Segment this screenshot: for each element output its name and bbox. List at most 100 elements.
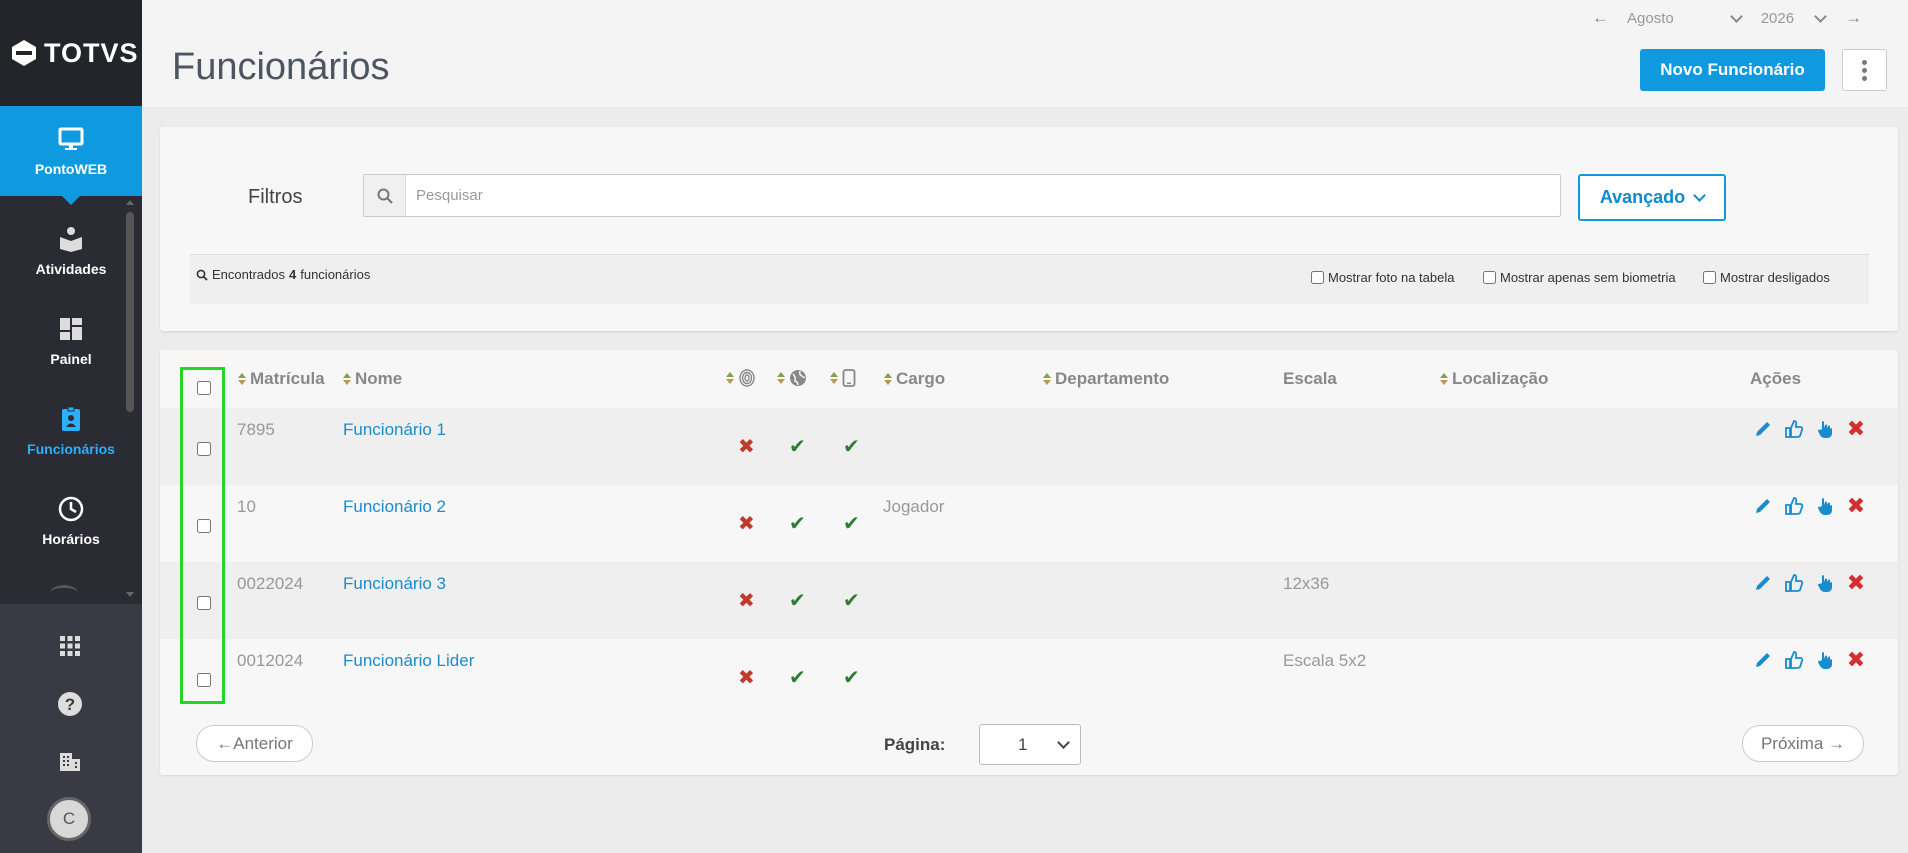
hand-pointer-icon[interactable]: [1814, 649, 1836, 671]
no-biometry-option[interactable]: Mostrar apenas sem biometria: [1483, 270, 1676, 285]
totvs-logo[interactable]: TOTVS: [0, 0, 142, 106]
column-header-escala: Escala: [1283, 369, 1337, 389]
mobile-yes-icon: ✔: [843, 436, 860, 458]
column-header-label: Matrícula: [250, 369, 325, 388]
globe-icon: [790, 370, 806, 386]
column-header-web[interactable]: [777, 369, 807, 387]
show-photo-option[interactable]: Mostrar foto na tabela: [1311, 270, 1454, 285]
show-dismissed-option[interactable]: Mostrar desligados: [1703, 270, 1830, 285]
column-header-localizacao[interactable]: Localização: [1440, 369, 1548, 389]
cell-nome-link[interactable]: Funcionário 3: [343, 574, 446, 594]
thumbs-up-icon[interactable]: [1783, 418, 1805, 440]
row-checkbox[interactable]: [197, 519, 211, 533]
sidebar-item-horarios[interactable]: Horários: [0, 476, 142, 566]
mobile-yes-icon: ✔: [843, 590, 860, 612]
clock-icon: [58, 496, 84, 522]
cell-nome-link[interactable]: Funcionário 1: [343, 420, 446, 440]
scroll-up-arrow[interactable]: [126, 200, 134, 205]
edit-pencil-icon[interactable]: [1752, 572, 1774, 594]
chevron-down-icon: [1729, 9, 1743, 23]
no-biometry-checkbox[interactable]: [1483, 271, 1496, 284]
sort-icon: [830, 372, 838, 384]
cell-matricula: 0022024: [237, 574, 304, 593]
delete-x-icon[interactable]: ✖: [1845, 493, 1867, 518]
hand-pointer-icon[interactable]: [1814, 418, 1836, 440]
hand-pointer-icon[interactable]: [1814, 495, 1836, 517]
web-yes-icon: ✔: [789, 513, 806, 535]
thumbs-up-icon[interactable]: [1783, 495, 1805, 517]
avatar[interactable]: C: [47, 797, 91, 841]
found-count: 4: [289, 267, 297, 282]
delete-x-icon[interactable]: ✖: [1845, 416, 1867, 441]
show-dismissed-checkbox[interactable]: [1703, 271, 1716, 284]
edit-pencil-icon[interactable]: [1752, 418, 1774, 440]
apps-grid-icon[interactable]: [54, 630, 86, 662]
column-header-acoes: Ações: [1750, 369, 1801, 389]
sort-icon: [726, 372, 734, 384]
row-checkbox[interactable]: [197, 442, 211, 456]
row-checkbox[interactable]: [197, 673, 211, 687]
cell-nome-link[interactable]: Funcionário Lider: [343, 651, 474, 671]
scroll-down-arrow[interactable]: [126, 592, 134, 597]
cell-escala: 12x36: [1283, 574, 1330, 593]
year-select[interactable]: 2026: [1760, 9, 1827, 27]
totvs-logo-icon: [12, 40, 36, 66]
more-options-button[interactable]: [1842, 49, 1887, 91]
found-suffix: funcionários: [300, 267, 371, 282]
table-row[interactable]: 0022024 Funcionário 3 ✖ ✔ ✔ 12x36 ✖: [160, 562, 1898, 639]
next-month-arrow-icon[interactable]: →: [1845, 8, 1862, 28]
sort-icon: [884, 373, 892, 385]
table-row[interactable]: 7895 Funcionário 1 ✖ ✔ ✔ ✖: [160, 408, 1898, 485]
search-input[interactable]: [406, 187, 1506, 204]
previous-page-button[interactable]: ←Anterior: [196, 725, 313, 762]
column-header-label: Ações: [1750, 369, 1802, 388]
prev-month-arrow-icon[interactable]: ←: [1592, 8, 1609, 28]
month-select[interactable]: Agosto: [1627, 9, 1743, 27]
delete-x-icon[interactable]: ✖: [1845, 647, 1867, 672]
sidebar-item-painel[interactable]: Painel: [0, 296, 142, 386]
sidebar-item-pontoweb[interactable]: PontoWEB: [0, 106, 142, 205]
book-reader-icon: [60, 227, 82, 252]
web-yes-icon: ✔: [789, 436, 806, 458]
edit-pencil-icon[interactable]: [1752, 495, 1774, 517]
column-header-cargo[interactable]: Cargo: [884, 369, 945, 389]
cell-matricula: 0012024: [237, 651, 304, 670]
page-select[interactable]: 1: [979, 724, 1081, 765]
no-biometry-label: Mostrar apenas sem biometria: [1500, 270, 1676, 285]
select-all-checkbox[interactable]: [197, 381, 211, 395]
id-badge-icon: [62, 406, 80, 431]
column-header-departamento[interactable]: Departamento: [1043, 369, 1169, 389]
sidebar-item-label: Painel: [50, 351, 92, 367]
column-header-nome[interactable]: Nome: [343, 369, 402, 389]
brand-name: TOTVS: [44, 37, 139, 68]
new-employee-button[interactable]: Novo Funcionário: [1640, 49, 1825, 91]
biometry-no-icon: ✖: [738, 590, 755, 612]
sidebar-item-atividades[interactable]: Atividades: [0, 206, 142, 296]
biometry-no-icon: ✖: [738, 513, 755, 535]
sidebar-scrollbar[interactable]: [126, 212, 134, 412]
edit-pencil-icon[interactable]: [1752, 649, 1774, 671]
table-row[interactable]: 10 Funcionário 2 ✖ ✔ ✔ Jogador ✖: [160, 485, 1898, 562]
sidebar: TOTVS PontoWEB Atividades Painel Funcion…: [0, 0, 142, 853]
show-photo-checkbox[interactable]: [1311, 271, 1324, 284]
hand-pointer-icon[interactable]: [1814, 572, 1836, 594]
delete-x-icon[interactable]: ✖: [1845, 570, 1867, 595]
year-value: 2026: [1760, 9, 1795, 27]
sidebar-item-funcionarios[interactable]: Funcionários: [0, 386, 142, 476]
table-row[interactable]: 0012024 Funcionário Lider ✖ ✔ ✔ Escala 5…: [160, 639, 1898, 716]
help-icon[interactable]: ?: [54, 688, 86, 720]
thumbs-up-icon[interactable]: [1783, 572, 1805, 594]
dashboard-icon: [60, 318, 82, 340]
column-header-mobile[interactable]: [830, 369, 856, 387]
cell-matricula: 7895: [237, 420, 275, 439]
thumbs-up-icon[interactable]: [1783, 649, 1805, 671]
building-icon[interactable]: [54, 745, 86, 777]
cell-nome-link[interactable]: Funcionário 2: [343, 497, 446, 517]
advanced-filter-button[interactable]: Avançado: [1578, 174, 1726, 221]
column-header-matricula[interactable]: Matrícula: [238, 369, 325, 389]
column-header-biometria[interactable]: [726, 369, 756, 387]
row-checkbox[interactable]: [197, 596, 211, 610]
search-icon: [196, 269, 208, 281]
mobile-phone-icon: [842, 369, 856, 387]
next-page-button[interactable]: Próxima →: [1742, 725, 1864, 762]
